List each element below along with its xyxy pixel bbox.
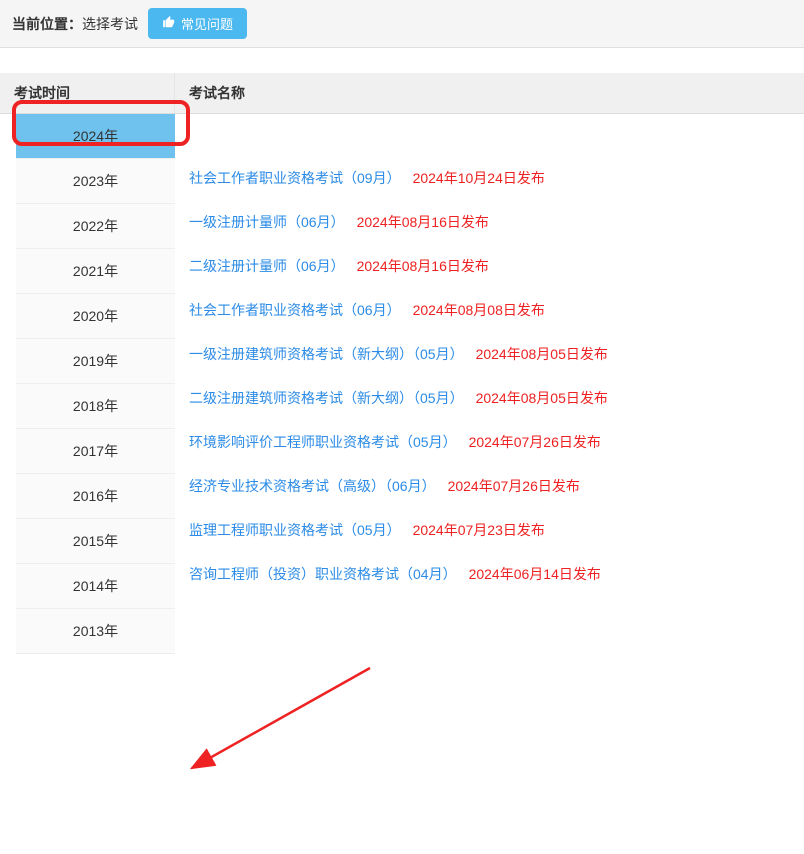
exam-link[interactable]: 社会工作者职业资格考试（09月） <box>189 168 401 188</box>
exam-publish-date: 2024年08月16日发布 <box>357 212 489 232</box>
year-item-2020年[interactable]: 2020年 <box>16 294 175 339</box>
exam-link[interactable]: 咨询工程师（投资）职业资格考试（04月） <box>189 564 457 584</box>
exam-link[interactable]: 环境影响评价工程师职业资格考试（05月） <box>189 432 457 452</box>
exam-list: 社会工作者职业资格考试（09月） 2024年10月24日发布一级注册计量师（06月… <box>175 114 804 654</box>
exam-table: 考试时间 考试名称 2024年2023年2022年2021年2020年2019年… <box>0 73 804 654</box>
faq-button-label: 常见问题 <box>181 14 233 33</box>
year-item-2014年[interactable]: 2014年 <box>16 564 175 609</box>
year-item-2024年[interactable]: 2024年 <box>16 114 175 159</box>
exam-row: 社会工作者职业资格考试（06月） 2024年08月08日发布 <box>175 288 804 332</box>
col-header-name: 考试名称 <box>175 73 804 113</box>
exam-publish-date: 2024年06月14日发布 <box>469 564 601 584</box>
exam-publish-date: 2024年07月26日发布 <box>469 432 601 452</box>
exam-row: 一级注册建筑师资格考试（新大纲）（05月） 2024年08月05日发布 <box>175 332 804 376</box>
exam-link[interactable]: 二级注册计量师（06月） <box>189 256 345 276</box>
annotation-arrow <box>0 654 804 854</box>
exam-publish-date: 2024年07月26日发布 <box>448 476 580 496</box>
exam-link[interactable]: 经济专业技术资格考试（高级）（06月） <box>189 476 436 496</box>
page-root: 当前位置：选择考试 常见问题 考试时间 考试名称 2024年2023年2022年… <box>0 0 804 654</box>
exam-publish-date: 2024年08月16日发布 <box>357 256 489 276</box>
thumbs-up-icon <box>162 15 176 32</box>
exam-row: 二级注册计量师（06月） 2024年08月16日发布 <box>175 244 804 288</box>
year-item-2017年[interactable]: 2017年 <box>16 429 175 474</box>
exam-publish-date: 2024年08月05日发布 <box>476 344 608 364</box>
exam-link[interactable]: 监理工程师职业资格考试（05月） <box>189 520 401 540</box>
year-item-2013年[interactable]: 2013年 <box>16 609 175 654</box>
year-item-2021年[interactable]: 2021年 <box>16 249 175 294</box>
breadcrumb-bar: 当前位置：选择考试 常见问题 <box>0 0 804 48</box>
year-item-2018年[interactable]: 2018年 <box>16 384 175 429</box>
exam-row: 一级注册计量师（06月） 2024年08月16日发布 <box>175 200 804 244</box>
col-header-year: 考试时间 <box>0 73 175 113</box>
exam-row: 社会工作者职业资格考试（09月） 2024年10月24日发布 <box>175 156 804 200</box>
breadcrumb-label: 当前位置：选择考试 <box>12 14 138 34</box>
exam-row: 经济专业技术资格考试（高级）（06月） 2024年07月26日发布 <box>175 464 804 508</box>
exam-row: 监理工程师职业资格考试（05月） 2024年07月23日发布 <box>175 508 804 552</box>
table-body: 2024年2023年2022年2021年2020年2019年2018年2017年… <box>0 114 804 654</box>
year-item-2019年[interactable]: 2019年 <box>16 339 175 384</box>
exam-publish-date: 2024年08月05日发布 <box>476 388 608 408</box>
faq-button[interactable]: 常见问题 <box>148 8 247 39</box>
exam-publish-date: 2024年07月23日发布 <box>413 520 545 540</box>
exam-link[interactable]: 一级注册计量师（06月） <box>189 212 345 232</box>
year-item-2023年[interactable]: 2023年 <box>16 159 175 204</box>
year-item-2022年[interactable]: 2022年 <box>16 204 175 249</box>
table-header: 考试时间 考试名称 <box>0 73 804 114</box>
exam-row: 环境影响评价工程师职业资格考试（05月） 2024年07月26日发布 <box>175 420 804 464</box>
year-list: 2024年2023年2022年2021年2020年2019年2018年2017年… <box>0 114 175 654</box>
exam-link[interactable]: 社会工作者职业资格考试（06月） <box>189 300 401 320</box>
exam-row: 二级注册建筑师资格考试（新大纲）（05月） 2024年08月05日发布 <box>175 376 804 420</box>
exam-publish-date: 2024年10月24日发布 <box>413 168 545 188</box>
exam-link[interactable]: 一级注册建筑师资格考试（新大纲）（05月） <box>189 344 464 364</box>
exam-publish-date: 2024年08月08日发布 <box>413 300 545 320</box>
year-item-2015年[interactable]: 2015年 <box>16 519 175 564</box>
exam-row: 咨询工程师（投资）职业资格考试（04月） 2024年06月14日发布 <box>175 552 804 596</box>
year-item-2016年[interactable]: 2016年 <box>16 474 175 519</box>
exam-link[interactable]: 二级注册建筑师资格考试（新大纲）（05月） <box>189 388 464 408</box>
